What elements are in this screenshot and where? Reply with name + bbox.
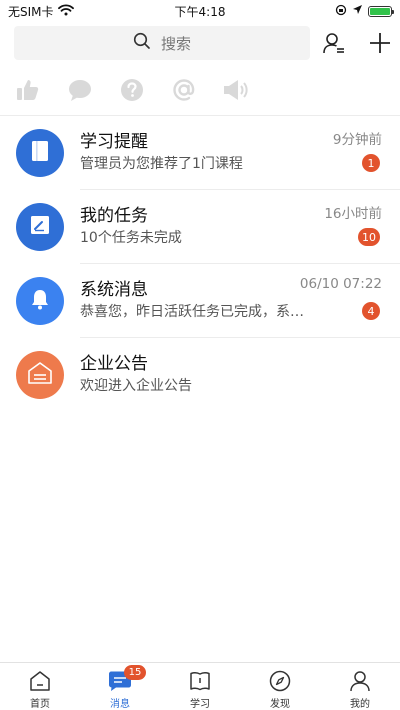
message-title: 系统消息 [80,280,148,300]
message-content: 我的任务 10个任务未完成 16小时前 10 [80,190,400,264]
unread-badge: 4 [362,302,380,320]
tab-label: 学习 [190,699,210,710]
quick-icon-row [0,68,400,112]
tab-home[interactable]: 首页 [0,663,80,710]
message-title: 企业公告 [80,354,148,374]
message-time: 06/10 07:22 [299,276,382,292]
unread-badge: 1 [362,154,380,172]
search-input[interactable]: 搜索 [14,26,310,60]
tab-study[interactable]: 学习 [160,663,240,710]
message-subtitle: 管理员为您推荐了1门课程 [80,156,243,172]
tab-label: 我的 [350,699,370,710]
search-placeholder: 搜索 [160,34,191,53]
top-actions [320,29,394,57]
battery-icon [368,5,394,17]
tab-messages[interactable]: 消息 15 [80,663,160,710]
orientation-lock-icon [335,4,347,19]
message-content: 系统消息 恭喜您，昨日活跃任务已完成，系… 06/10 07:22 4 [80,264,400,338]
message-content: 学习提醒 管理员为您推荐了1门课程 9分钟前 1 [80,116,400,190]
add-icon[interactable] [366,29,394,57]
carrier-text: 无SIM卡 [8,4,54,19]
message-subtitle: 欢迎进入企业公告 [80,378,192,394]
profile-icon [348,669,372,693]
tab-label: 首页 [30,699,50,710]
compass-icon [268,669,292,693]
wifi-icon [57,3,74,19]
top-bar: 搜索 [0,22,400,64]
search-icon [133,32,151,54]
unread-badge: 10 [358,228,380,246]
status-right [335,4,394,19]
bell-icon [30,288,50,314]
message-avatar [16,277,64,325]
tab-badge: 15 [124,665,146,680]
message-time: 16小时前 [324,206,382,222]
location-icon [352,4,363,18]
message-avatar [16,129,64,177]
tab-label: 发现 [270,699,290,710]
message-avatar [16,351,64,399]
tab-label: 消息 [110,699,130,710]
study-icon [188,669,212,693]
message-title: 我的任务 [80,206,148,226]
bottom-tab-bar: 首页 消息 15 学习 发现 我的 [0,662,400,710]
tab-mine[interactable]: 我的 [320,663,400,710]
like-icon[interactable] [14,76,42,104]
message-item-study-reminder[interactable]: 学习提醒 管理员为您推荐了1门课程 9分钟前 1 [0,116,400,190]
task-icon [30,215,50,239]
status-bar: 无SIM卡 下午4:18 [0,0,400,22]
message-subtitle: 10个任务未完成 [80,230,182,246]
briefcase-icon [27,362,53,388]
message-avatar [16,203,64,251]
mention-icon[interactable] [170,76,198,104]
announcement-icon[interactable] [222,76,250,104]
message-title: 学习提醒 [80,132,148,152]
home-icon [28,669,52,693]
message-content: 企业公告 欢迎进入企业公告 [80,338,400,412]
message-time: 9分钟前 [332,132,382,148]
book-icon [31,140,49,166]
message-item-announcement[interactable]: 企业公告 欢迎进入企业公告 [0,338,400,412]
message-subtitle: 恭喜您，昨日活跃任务已完成，系… [80,304,304,320]
message-list: 学习提醒 管理员为您推荐了1门课程 9分钟前 1 我的任务 10个任务未完成 1… [0,116,400,412]
tab-discover[interactable]: 发现 [240,663,320,710]
message-item-my-tasks[interactable]: 我的任务 10个任务未完成 16小时前 10 [0,190,400,264]
contacts-icon[interactable] [320,29,348,57]
comment-icon[interactable] [66,76,94,104]
question-icon[interactable] [118,76,146,104]
message-item-system[interactable]: 系统消息 恭喜您，昨日活跃任务已完成，系… 06/10 07:22 4 [0,264,400,338]
status-left: 无SIM卡 [8,3,74,20]
